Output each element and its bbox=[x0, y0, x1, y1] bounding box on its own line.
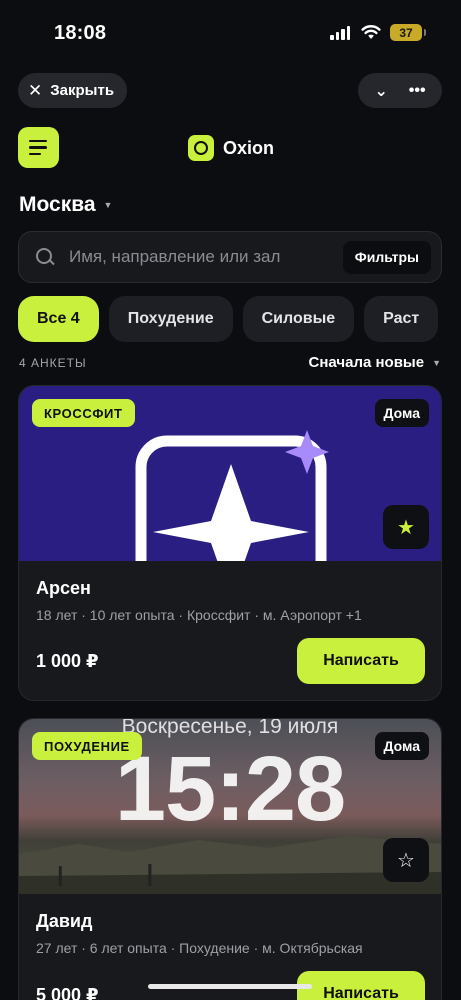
sort-label: Сначала новые bbox=[308, 354, 425, 371]
category-tag: КРОССФИТ bbox=[32, 399, 135, 427]
chip-stretching[interactable]: Раст bbox=[364, 296, 439, 342]
trainer-price: 1 000 ₽ bbox=[36, 651, 99, 671]
battery-icon: 37 bbox=[390, 24, 426, 41]
trainer-card[interactable]: Воскресенье, 19 июля 15:28 ПОХУДЕНИЕ Дом… bbox=[18, 718, 442, 1000]
close-button[interactable]: ✕ Закрыть bbox=[18, 73, 128, 108]
trainer-photo: КРОССФИТ Дома ★ bbox=[19, 386, 441, 561]
trainer-meta: 27 лет · 6 лет опыта · Похудение · м. Ок… bbox=[36, 940, 363, 956]
trainer-name: Давид bbox=[36, 911, 93, 931]
results-count: 4 АНКЕТЫ bbox=[19, 356, 87, 370]
city-name: Москва bbox=[19, 193, 96, 216]
brand: Oxion bbox=[188, 135, 274, 161]
category-tag: ПОХУДЕНИЕ bbox=[32, 732, 142, 760]
location-badge: Дома bbox=[374, 399, 429, 427]
search-input[interactable]: Имя, направление или зал bbox=[69, 247, 343, 267]
write-button[interactable]: Написать bbox=[297, 638, 425, 684]
category-chips: Все 4 Похудение Силовые Раст bbox=[18, 296, 461, 344]
trainer-photo: Воскресенье, 19 июля 15:28 ПОХУДЕНИЕ Дом… bbox=[19, 719, 441, 894]
chip-all[interactable]: Все 4 bbox=[18, 296, 99, 342]
favorite-star-icon[interactable]: ★ bbox=[383, 505, 429, 549]
sort-selector[interactable]: Сначала новые ▼ bbox=[309, 354, 441, 371]
trainer-price: 5 000 ₽ bbox=[36, 985, 99, 1000]
favorite-star-icon[interactable]: ☆ bbox=[383, 838, 429, 882]
filters-button[interactable]: Фильтры bbox=[342, 240, 431, 274]
menu-button[interactable] bbox=[18, 127, 59, 168]
trainer-name: Арсен bbox=[36, 578, 91, 598]
chevron-down-icon[interactable]: ⌄ bbox=[374, 81, 387, 101]
home-indicator[interactable] bbox=[148, 984, 312, 989]
brand-name: Oxion bbox=[223, 137, 275, 158]
more-icon[interactable]: ••• bbox=[409, 82, 426, 100]
search-bar: Имя, направление или зал Фильтры bbox=[18, 231, 442, 283]
wifi-icon bbox=[361, 25, 381, 39]
location-badge: Дома bbox=[374, 732, 429, 760]
trainer-meta: 18 лет · 10 лет опыта · Кроссфит · м. Аэ… bbox=[36, 607, 362, 623]
status-bar: 18:08 37 bbox=[0, 0, 461, 64]
caret-down-icon: ▼ bbox=[432, 357, 441, 368]
sheet-actions: ⌄ ••• bbox=[358, 73, 442, 108]
city-selector[interactable]: Москва ▼ bbox=[19, 193, 112, 217]
caret-down-icon: ▼ bbox=[103, 200, 113, 210]
chip-strength[interactable]: Силовые bbox=[242, 296, 355, 342]
chip-weight-loss[interactable]: Похудение bbox=[108, 296, 233, 342]
search-icon bbox=[36, 248, 54, 266]
close-label: Закрыть bbox=[50, 82, 115, 99]
trainer-card[interactable]: КРОССФИТ Дома ★ Арсен 18 лет · 10 лет оп… bbox=[18, 385, 442, 701]
status-time: 18:08 bbox=[54, 22, 107, 44]
close-icon: ✕ bbox=[28, 81, 43, 100]
cellular-signal-icon bbox=[330, 26, 350, 40]
oxion-logo-icon bbox=[188, 135, 214, 161]
write-button[interactable]: Написать bbox=[297, 971, 425, 1000]
